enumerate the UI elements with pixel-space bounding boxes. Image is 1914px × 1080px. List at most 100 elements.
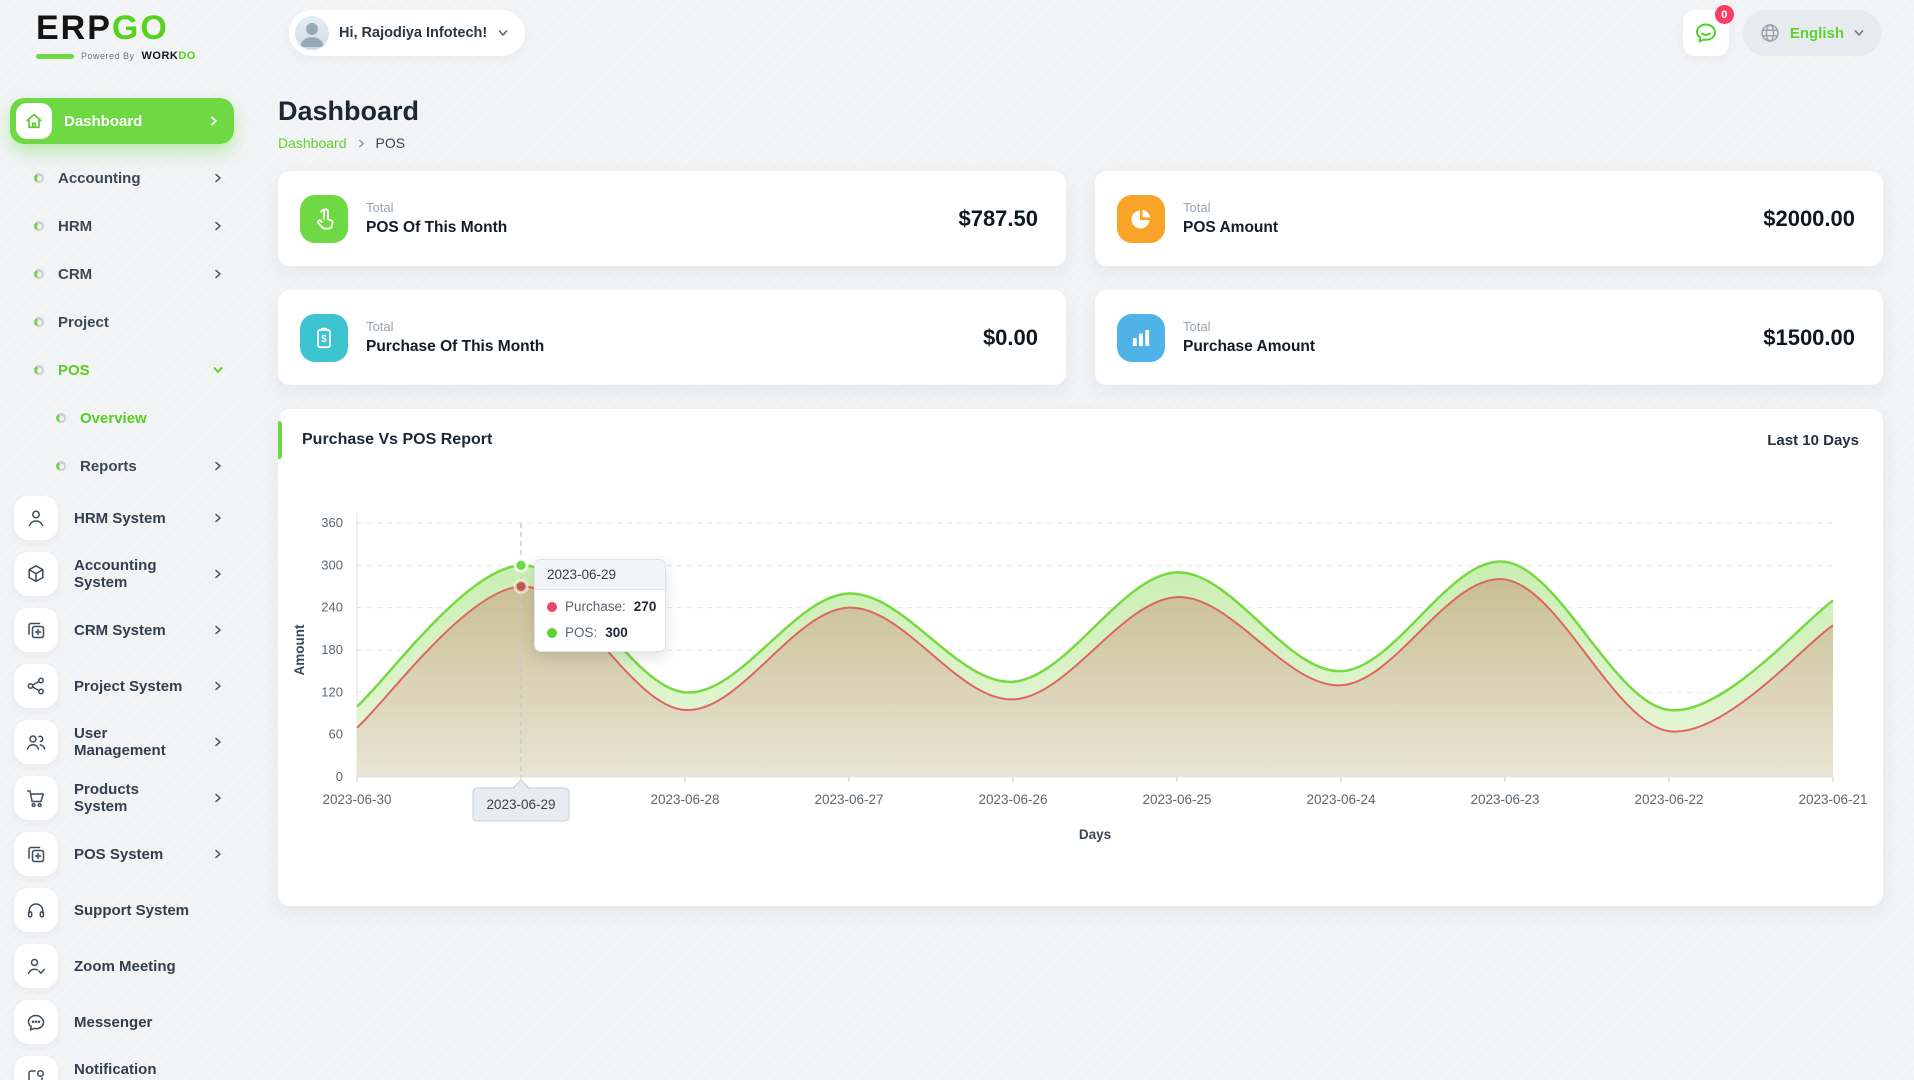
stat-label: Purchase Amount <box>1183 338 1315 356</box>
stat-label: POS Of This Month <box>366 219 507 237</box>
stat-label: Purchase Of This Month <box>366 338 544 356</box>
chevron-right-icon <box>212 268 224 280</box>
sidebar-item-support-system[interactable]: Support System <box>0 882 244 938</box>
stat-label: POS Amount <box>1183 219 1278 237</box>
chevron-down-icon <box>212 364 224 376</box>
sidebar-item-pos-system[interactable]: POS System <box>0 826 244 882</box>
svg-text:240: 240 <box>321 600 343 615</box>
stat-kicker: Total <box>1183 319 1315 334</box>
user-menu-button[interactable]: Hi, Rajodiya Infotech! <box>289 10 525 56</box>
window-copy-icon <box>14 608 58 652</box>
messages-button[interactable]: 0 <box>1683 10 1729 56</box>
sidebar-item-dashboard[interactable]: Dashboard <box>10 98 234 144</box>
logo-go: GO <box>112 9 169 47</box>
svg-text:180: 180 <box>321 642 343 657</box>
header-actions: 0 English <box>1683 10 1881 56</box>
share-nodes-icon <box>14 664 58 708</box>
stat-card-pos-amount: Total POS Amount $2000.00 <box>1095 171 1883 266</box>
globe-icon <box>1759 22 1781 44</box>
sidebar-item-project[interactable]: Project <box>0 298 244 346</box>
chevron-down-icon <box>497 27 509 39</box>
home-icon <box>16 103 52 139</box>
svg-text:2023-06-25: 2023-06-25 <box>1142 792 1211 807</box>
report-period: Last 10 Days <box>1767 432 1859 449</box>
stat-value: $2000.00 <box>1763 206 1855 232</box>
sidebar-item-hrm-system[interactable]: HRM System <box>0 490 244 546</box>
cart-icon <box>14 776 58 820</box>
svg-text:2023-06-23: 2023-06-23 <box>1470 792 1539 807</box>
sidebar-item-user-management[interactable]: User Management <box>0 714 244 770</box>
svg-text:Days: Days <box>1079 827 1111 842</box>
sidebar-item-accounting-system[interactable]: Accounting System <box>0 546 244 602</box>
sidebar-item-hrm[interactable]: HRM <box>0 202 244 250</box>
svg-text:300: 300 <box>321 557 343 572</box>
chevron-right-icon <box>212 680 224 692</box>
purchase-dot-icon <box>547 602 557 612</box>
chevron-right-icon <box>212 848 224 860</box>
svg-text:120: 120 <box>321 684 343 699</box>
pos-dot-icon <box>547 628 557 638</box>
stat-value: $0.00 <box>983 325 1038 351</box>
report-title: Purchase Vs POS Report <box>302 431 492 449</box>
stat-card-purchase-amount: Total Purchase Amount $1500.00 <box>1095 290 1883 385</box>
sidebar-item-crm[interactable]: CRM <box>0 250 244 298</box>
app-logo: ERPGO Powered By WORKDO <box>36 10 236 62</box>
bullet-icon <box>56 461 66 471</box>
user-greeting: Hi, Rajodiya Infotech! <box>339 25 487 41</box>
stat-card-purchase-of-month: $ Total Purchase Of This Month $0.00 <box>278 290 1066 385</box>
chat-bubble-icon <box>14 1000 58 1044</box>
sidebar-item-project-system[interactable]: Project System <box>0 658 244 714</box>
svg-text:2023-06-24: 2023-06-24 <box>1306 792 1376 807</box>
bullet-icon <box>34 365 44 375</box>
chart-area: 0601201802403003602023-06-302023-06-2920… <box>278 471 1883 891</box>
accent-bar <box>278 421 282 459</box>
template-icon <box>14 1056 58 1080</box>
sidebar-item-messenger[interactable]: Messenger <box>0 994 244 1050</box>
language-label: English <box>1790 25 1844 42</box>
chevron-right-icon <box>212 568 224 580</box>
sidebar-item-zoom-meeting[interactable]: Zoom Meeting <box>0 938 244 994</box>
svg-text:2023-06-29: 2023-06-29 <box>486 797 555 812</box>
chevron-right-icon <box>212 736 224 748</box>
stat-cards: Total POS Of This Month $787.50 Total PO… <box>278 171 1883 385</box>
sidebar-item-pos-reports[interactable]: Reports <box>0 442 244 490</box>
bullet-icon <box>34 173 44 183</box>
chevron-right-icon <box>212 624 224 636</box>
sidebar-item-pos-overview[interactable]: Overview <box>0 394 244 442</box>
svg-text:0: 0 <box>336 769 343 784</box>
svg-text:2023-06-27: 2023-06-27 <box>814 792 883 807</box>
chevron-right-icon <box>212 792 224 804</box>
svg-text:Amount: Amount <box>292 624 307 675</box>
chevron-right-icon <box>356 138 367 149</box>
powered-by-text: Powered By <box>81 51 135 61</box>
svg-text:2023-06-30: 2023-06-30 <box>322 792 391 807</box>
notification-badge: 0 <box>1715 5 1734 24</box>
page-title: Dashboard <box>278 96 1883 127</box>
sidebar-item-pos[interactable]: POS <box>0 346 244 394</box>
svg-text:2023-06-28: 2023-06-28 <box>650 792 719 807</box>
svg-text:2023-06-26: 2023-06-26 <box>978 792 1047 807</box>
tap-icon <box>300 195 348 243</box>
svg-text:60: 60 <box>329 727 343 742</box>
stat-kicker: Total <box>1183 200 1278 215</box>
chevron-down-icon <box>1853 27 1865 39</box>
svg-text:2023-06-22: 2023-06-22 <box>1634 792 1703 807</box>
logo-erp: ERP <box>36 9 112 47</box>
stat-kicker: Total <box>366 200 507 215</box>
chat-bubble-icon <box>1693 20 1719 46</box>
stat-kicker: Total <box>366 319 544 334</box>
language-selector[interactable]: English <box>1743 10 1881 56</box>
stat-card-pos-of-month: Total POS Of This Month $787.50 <box>278 171 1066 266</box>
bullet-icon <box>34 317 44 327</box>
headset-icon <box>14 888 58 932</box>
breadcrumb: Dashboard POS <box>278 135 1883 151</box>
sidebar-item-products-system[interactable]: Products System <box>0 770 244 826</box>
cube-icon <box>14 552 58 596</box>
tooltip-date: 2023-06-29 <box>535 560 665 590</box>
sidebar-item-notification-template[interactable]: Notification Template <box>0 1050 244 1080</box>
breadcrumb-dashboard-link[interactable]: Dashboard <box>278 135 347 151</box>
sidebar-item-accounting[interactable]: Accounting <box>0 154 244 202</box>
window-copy-icon <box>14 832 58 876</box>
sidebar-item-crm-system[interactable]: CRM System <box>0 602 244 658</box>
erpgo-dashboard: ERPGO Powered By WORKDO Hi, Rajodiya Inf… <box>0 0 1914 1080</box>
